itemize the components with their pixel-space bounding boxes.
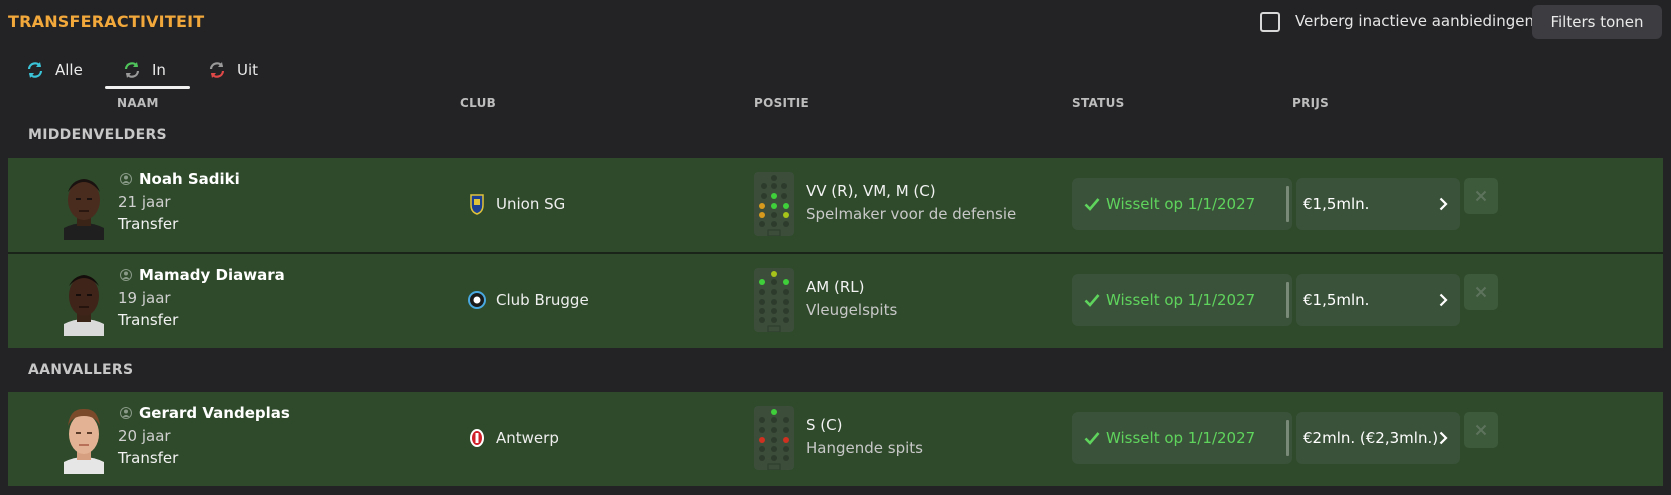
club-link[interactable]: Antwerp (468, 427, 559, 449)
hide-inactive-checkbox[interactable] (1260, 12, 1280, 32)
club-name: Club Brugge (496, 291, 589, 309)
status-text: Wisselt op 1/1/2027 (1106, 195, 1256, 213)
player-position: AM (RL) (806, 278, 865, 296)
price-value: €1,5mln. (1303, 195, 1370, 213)
tab-in[interactable]: In (122, 50, 166, 90)
status-badge: Wisselt op 1/1/2027 (1072, 274, 1292, 326)
checkmark-icon (1084, 432, 1100, 445)
chevron-right-icon (1439, 431, 1448, 445)
player-name[interactable]: Gerard Vandeplas (139, 404, 290, 422)
tab-uit[interactable]: Uit (207, 50, 258, 90)
table-row[interactable]: Gerard Vandeplas 20 jaar Transfer Antwer… (8, 392, 1663, 486)
column-header-positie[interactable]: POSITIE (754, 96, 809, 110)
club-brugge-crest-icon (468, 291, 486, 309)
price-button[interactable]: €1,5mln. (1296, 274, 1460, 326)
filters-button[interactable]: Filters tonen (1532, 5, 1662, 39)
price-value: €2mln. (€2,3mln.) (1303, 429, 1439, 447)
player-role: Vleugelspits (806, 301, 898, 319)
player-name[interactable]: Noah Sadiki (139, 170, 240, 188)
price-button[interactable]: €1,5mln. (1296, 178, 1460, 230)
union-sg-crest-icon (470, 194, 484, 215)
divider (1286, 420, 1289, 456)
price-value: €1,5mln. (1303, 291, 1370, 309)
close-button[interactable] (1464, 178, 1498, 214)
column-header-status[interactable]: STATUS (1072, 96, 1125, 110)
transfer-out-icon (209, 62, 225, 78)
column-header-prijs[interactable]: PRIJS (1292, 96, 1329, 110)
tab-uit-label: Uit (237, 61, 259, 79)
group-header-midfielders: MIDDENVELDERS (28, 127, 167, 143)
close-icon (1475, 286, 1487, 298)
status-text: Wisselt op 1/1/2027 (1106, 291, 1256, 309)
club-name: Union SG (496, 195, 566, 213)
club-name: Antwerp (496, 429, 559, 447)
status-text: Wisselt op 1/1/2027 (1106, 429, 1256, 447)
transfer-type: Transfer (118, 311, 179, 329)
close-icon (1475, 424, 1487, 436)
player-position: S (C) (806, 416, 843, 434)
position-pitch-icon (754, 172, 794, 236)
divider (1286, 186, 1289, 222)
person-icon (120, 407, 132, 419)
transfer-in-icon (124, 62, 140, 78)
player-age: 20 jaar (118, 427, 171, 445)
column-header-club[interactable]: CLUB (460, 96, 496, 110)
group-header-attackers: AANVALLERS (28, 362, 134, 378)
close-icon (1475, 190, 1487, 202)
club-link[interactable]: Union SG (468, 193, 565, 215)
close-button[interactable] (1464, 412, 1498, 448)
table-row[interactable]: Mamady Diawara 19 jaar Transfer Club Bru… (8, 254, 1663, 348)
tab-alle-label: Alle (55, 61, 83, 79)
chevron-right-icon (1439, 197, 1448, 211)
checkmark-icon (1084, 198, 1100, 211)
player-avatar (64, 179, 104, 240)
checkmark-icon (1084, 294, 1100, 307)
player-age: 21 jaar (118, 193, 171, 211)
player-avatar (64, 408, 104, 474)
divider (1286, 282, 1289, 318)
page-title: TRANSFERACTIVITEIT (8, 12, 205, 31)
hide-inactive-label[interactable]: Verberg inactieve aanbiedingen (1295, 12, 1534, 30)
player-role: Hangende spits (806, 439, 923, 457)
position-pitch-icon (754, 268, 794, 332)
antwerp-crest-icon (470, 429, 484, 447)
column-header-naam[interactable]: NAAM (117, 96, 159, 110)
person-icon (120, 173, 132, 185)
player-age: 19 jaar (118, 289, 171, 307)
person-icon (120, 269, 132, 281)
player-role: Spelmaker voor de defensie (806, 205, 1017, 223)
tab-alle[interactable]: Alle (25, 50, 83, 90)
position-pitch-icon (754, 406, 794, 470)
tab-in-label: In (152, 61, 166, 79)
club-link[interactable]: Club Brugge (468, 289, 589, 311)
player-position: VV (R), VM, M (C) (806, 182, 936, 200)
status-badge: Wisselt op 1/1/2027 (1072, 412, 1292, 464)
price-button[interactable]: €2mln. (€2,3mln.) (1296, 412, 1460, 464)
chevron-right-icon (1439, 293, 1448, 307)
status-badge: Wisselt op 1/1/2027 (1072, 178, 1292, 230)
transfer-type: Transfer (118, 449, 179, 467)
close-button[interactable] (1464, 274, 1498, 310)
transfer-type: Transfer (118, 215, 179, 233)
player-name[interactable]: Mamady Diawara (139, 266, 285, 284)
active-tab-indicator (105, 86, 190, 89)
table-row[interactable]: Noah Sadiki 21 jaar Transfer Union SG VV… (8, 158, 1663, 252)
transfer-both-icon (27, 62, 43, 78)
player-avatar (64, 275, 104, 336)
